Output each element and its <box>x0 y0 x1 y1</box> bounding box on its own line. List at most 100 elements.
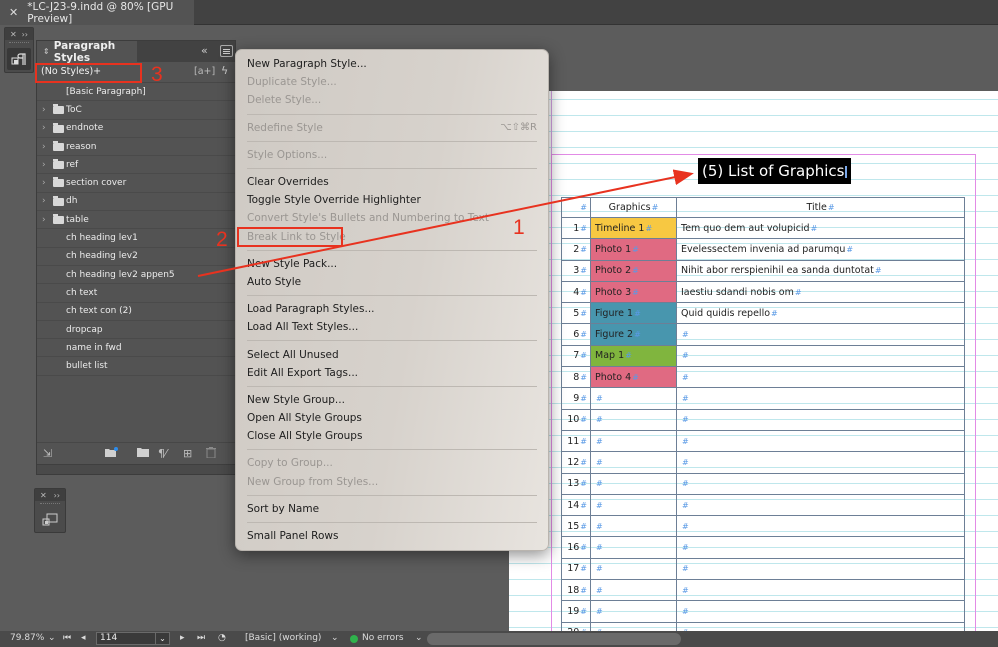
cell-number[interactable]: 5# <box>561 302 591 325</box>
cell-graphic[interactable]: Photo 1# <box>590 238 677 261</box>
cell-graphic[interactable]: # <box>590 451 677 474</box>
chevron-right-icon[interactable]: › <box>42 196 46 206</box>
header-title[interactable]: Title# <box>676 197 965 218</box>
cell-title[interactable]: # <box>676 557 965 581</box>
cell-title[interactable]: # <box>676 387 965 410</box>
cell-graphic[interactable]: # <box>590 408 677 431</box>
table-row[interactable]: 6# Figure 2# # <box>561 323 965 346</box>
table-row[interactable]: 4# Photo 3# Iaestiu sdandi nobis om# <box>561 280 965 304</box>
table-row[interactable]: 18# # # <box>561 579 965 602</box>
dock-grip[interactable] <box>40 503 60 507</box>
paragraph-styles-icon[interactable] <box>7 48 31 70</box>
horizontal-scrollbar[interactable] <box>427 633 681 645</box>
cell-number[interactable]: 1# <box>561 216 591 240</box>
table-row[interactable]: 17# # # <box>561 557 965 581</box>
cell-title[interactable]: # <box>676 536 965 559</box>
cell-graphic[interactable]: Photo 4# <box>590 366 677 389</box>
cell-title[interactable]: # <box>676 344 965 368</box>
graphics-table[interactable]: # Graphics# Title# 1# Timeline 1# Tem quo … <box>561 197 965 633</box>
style-row[interactable]: ch text con (2) <box>37 303 235 321</box>
menu-item-edit-all-export-tags[interactable]: Edit All Export Tags... <box>236 364 548 382</box>
cell-number[interactable]: 7# <box>561 344 591 368</box>
document-tab[interactable]: ✕ *LC-J23-9.indd @ 80% [GPU Preview] <box>0 0 194 25</box>
cell-title[interactable]: Quid quidis repello# <box>676 302 965 325</box>
menu-item-sort-by-name[interactable]: Sort by Name <box>236 500 548 518</box>
dock-grip[interactable] <box>9 42 29 46</box>
table-row[interactable]: 9# # # <box>561 387 965 410</box>
header-graphics[interactable]: Graphics# <box>590 197 677 218</box>
cell-title[interactable]: # <box>676 323 965 346</box>
chevron-right-icon[interactable]: › <box>42 105 46 115</box>
expand-dock-icon[interactable]: ›› <box>54 491 60 500</box>
cell-graphic[interactable]: # <box>590 536 677 559</box>
new-style-icon[interactable]: ⊞ <box>183 447 192 460</box>
prev-page-icon[interactable]: ◂ <box>81 633 86 643</box>
style-row[interactable]: name in fwd <box>37 339 235 358</box>
cell-number[interactable]: 16# <box>561 536 591 559</box>
style-row[interactable]: bullet list <box>37 357 235 376</box>
document-page[interactable]: (5) List of Graphics # Graphics# Title# … <box>509 91 998 633</box>
table-row[interactable]: 2# Photo 1# Evelessectem invenia ad parumq… <box>561 238 965 261</box>
table-row[interactable]: 12# # # <box>561 451 965 474</box>
cell-number[interactable]: 3# <box>561 259 591 282</box>
preflight-profile[interactable]: [Basic] (working) <box>245 633 321 643</box>
cell-graphic[interactable]: # <box>590 387 677 410</box>
chevron-right-icon[interactable]: › <box>42 215 46 225</box>
quick-apply-icon[interactable]: ϟ <box>221 64 228 77</box>
cell-title[interactable]: Iaestiu sdandi nobis om# <box>676 280 965 304</box>
cell-graphic[interactable]: Photo 2# <box>590 259 677 282</box>
new-style-override-icon[interactable]: [a+] <box>194 66 215 77</box>
zoom-level[interactable]: 79.87% <box>10 633 44 643</box>
close-dock-icon[interactable]: ✕ <box>10 30 17 39</box>
style-group-row[interactable]: › ref <box>37 156 235 175</box>
table-row[interactable]: 11# # # <box>561 429 965 453</box>
style-row[interactable]: dropcap <box>37 321 235 340</box>
load-styles-icon[interactable]: ⇲ <box>43 447 52 460</box>
style-row[interactable]: ch heading lev1 <box>37 229 235 248</box>
style-row[interactable]: ch text <box>37 284 235 303</box>
first-page-icon[interactable]: ⏮ <box>63 633 71 643</box>
cell-graphic[interactable]: Timeline 1# <box>590 216 677 240</box>
style-row[interactable]: ch heading lev2 appen5 <box>37 266 235 285</box>
panel-menu-button[interactable] <box>220 45 233 57</box>
profile-dropdown-icon[interactable]: ⌄ <box>331 633 339 643</box>
table-row[interactable]: 5# Figure 1# Quid quidis repello# <box>561 302 965 325</box>
cell-graphic[interactable]: Map 1# <box>590 344 677 368</box>
table-row[interactable]: 14# # # <box>561 493 965 517</box>
tab-paragraph-styles[interactable]: ⇕ Paragraph Styles <box>37 40 137 64</box>
table-row[interactable]: 15# # # <box>561 515 965 538</box>
chevron-right-icon[interactable]: › <box>42 142 46 152</box>
menu-item-small-panel-rows[interactable]: Small Panel Rows <box>236 527 548 545</box>
cell-graphic[interactable]: # <box>590 600 677 623</box>
menu-item-clear-overrides[interactable]: Clear Overrides <box>236 173 548 191</box>
cell-graphic[interactable]: Figure 2# <box>590 323 677 346</box>
cell-title[interactable]: # <box>676 429 965 453</box>
table-row[interactable]: 13# # # <box>561 472 965 495</box>
cell-graphic[interactable]: # <box>590 557 677 581</box>
cell-title[interactable]: Tem quo dem aut volupicid# <box>676 216 965 240</box>
cell-graphic[interactable]: # <box>590 472 677 495</box>
style-group-row[interactable]: › endnote <box>37 120 235 138</box>
cell-title[interactable]: # <box>676 408 965 431</box>
style-row[interactable]: ch heading lev2 <box>37 248 235 266</box>
chevron-right-icon[interactable]: › <box>42 178 46 188</box>
cell-number[interactable]: 6# <box>561 323 591 346</box>
menu-item-load-all-text-styles[interactable]: Load All Text Styles... <box>236 318 548 336</box>
cell-title[interactable]: # <box>676 472 965 495</box>
cell-graphic[interactable]: # <box>590 493 677 517</box>
cell-title[interactable]: # <box>676 493 965 517</box>
cell-number[interactable]: 17# <box>561 557 591 581</box>
header-num[interactable]: # <box>561 197 591 218</box>
table-row[interactable]: 1# Timeline 1# Tem quo dem aut volupicid# <box>561 216 965 240</box>
cell-title[interactable]: Nihit abor rerspienihil ea sanda duntota… <box>676 259 965 282</box>
cell-graphic[interactable]: # <box>590 515 677 538</box>
style-group-row[interactable]: › dh <box>37 193 235 212</box>
cell-number[interactable]: 13# <box>561 472 591 495</box>
delete-style-icon[interactable] <box>206 447 216 461</box>
table-row[interactable]: 7# Map 1# # <box>561 344 965 368</box>
cell-number[interactable]: 8# <box>561 366 591 389</box>
style-group-row[interactable]: › section cover <box>37 174 235 193</box>
new-style-group-icon[interactable] <box>137 447 149 460</box>
menu-item-new-style-pack[interactable]: New Style Pack... <box>236 255 548 273</box>
menu-item-load-paragraph-styles[interactable]: Load Paragraph Styles... <box>236 300 548 318</box>
